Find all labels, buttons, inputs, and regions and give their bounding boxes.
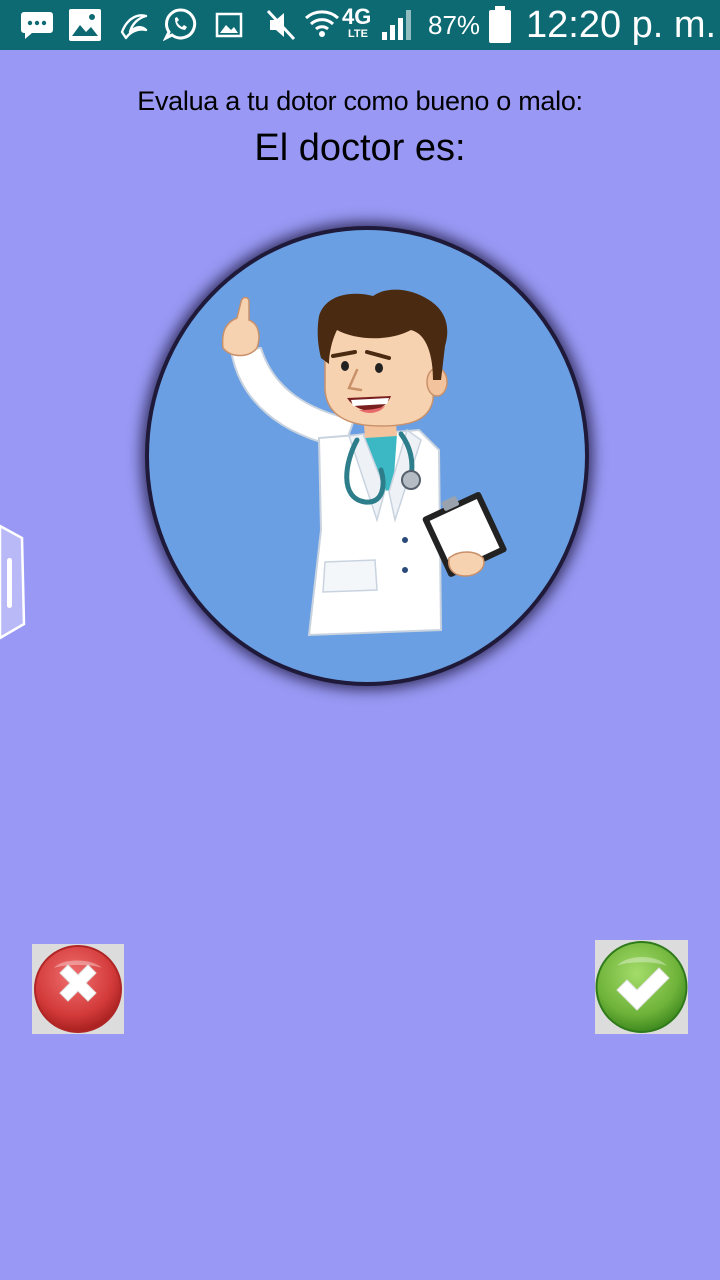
battery-icon [489,6,511,43]
mute-icon [266,9,296,41]
rate-bad-button[interactable] [32,944,124,1034]
messages-icon [21,12,53,39]
network-subtype-label: LTE [348,28,368,40]
signal-icon [382,10,411,40]
doctor-image [149,230,585,682]
rate-good-button[interactable] [595,940,688,1034]
bird-app-icon [120,14,148,40]
doctor-illustration [221,289,507,637]
clock-time: 12:20 p. m. [526,4,717,46]
status-bar: 4G LTE 87% 12:20 p. m. [0,0,720,50]
x-icon [34,945,122,1033]
whatsapp-icon [163,8,197,41]
network-type-label: 4G [342,4,372,29]
gallery-icon [69,9,101,41]
page-title: El doctor es: [254,127,466,169]
side-panel-handle[interactable] [0,524,26,640]
instruction-text: Evalua a tu dotor como bueno o malo: [137,86,583,116]
check-icon [595,941,688,1033]
wifi-icon [305,10,339,37]
battery-percent: 87% [428,10,481,40]
image-icon [215,12,243,38]
